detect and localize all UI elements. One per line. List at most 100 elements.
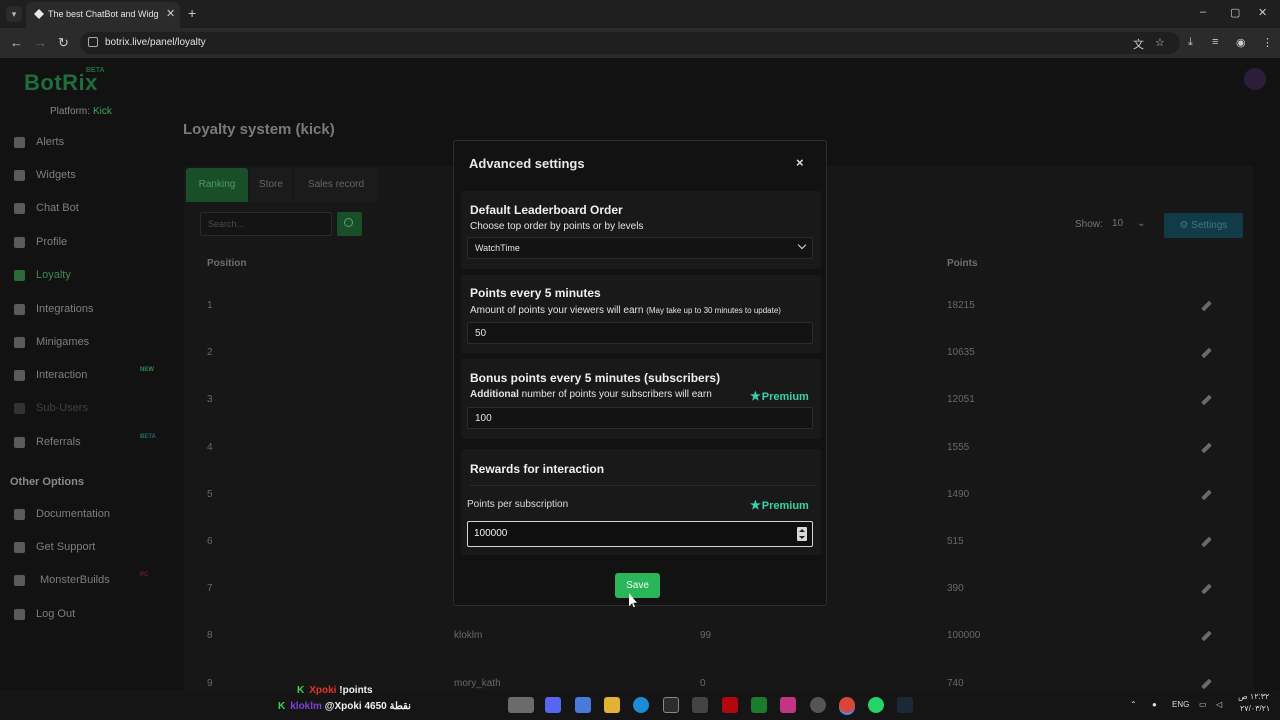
sidebar-item-loyalty[interactable]: Loyalty — [14, 267, 164, 287]
kick-icon: K — [297, 685, 305, 696]
trophy-icon — [14, 270, 25, 281]
sidebar-item-log-out[interactable]: Log Out — [14, 606, 164, 626]
sidebar-item-chatbot[interactable]: Chat Bot — [14, 200, 164, 220]
column-header-position: Position — [207, 258, 247, 269]
browser-tab[interactable]: The best ChatBot and Widgets ✕ — [26, 2, 180, 28]
chatbot-icon — [14, 203, 25, 214]
language-indicator[interactable]: ENG — [1172, 700, 1189, 709]
alert-icon — [14, 137, 25, 148]
show-select[interactable]: 10 ⌄ — [1104, 214, 1154, 236]
row-points: 390 — [947, 583, 964, 595]
microphone-icon[interactable]: ● — [1152, 700, 1157, 709]
edge-icon[interactable] — [633, 697, 649, 713]
settings-button[interactable]: ⚙ Settings — [1164, 213, 1243, 238]
discord-icon[interactable] — [545, 697, 561, 713]
settings-app-icon[interactable] — [810, 697, 826, 713]
profile-icon[interactable]: ◉ — [1236, 36, 1246, 49]
translate-icon[interactable]: 文 — [1133, 36, 1144, 52]
instagram-icon[interactable] — [780, 697, 796, 713]
users-icon — [14, 403, 25, 414]
referrals-icon — [14, 437, 25, 448]
site-info-icon[interactable] — [88, 37, 98, 47]
copilot-icon[interactable] — [575, 697, 591, 713]
chrome-icon[interactable] — [839, 697, 855, 713]
sidebar-item-referrals[interactable]: Referrals BETA — [14, 434, 164, 454]
premium-badge: ★Premium — [750, 498, 809, 512]
sidebar-item-interaction[interactable]: Interaction NEW — [14, 367, 164, 387]
row-points: 1555 — [947, 441, 970, 453]
row-points: 10635 — [947, 347, 975, 359]
sidebar-item-documentation[interactable]: Documentation — [14, 506, 164, 526]
points-per-subscription-input[interactable]: 100000 — [467, 521, 813, 547]
sidebar: BotRix BETA Platform: Kick Alerts Widgets… — [0, 58, 172, 690]
row-position: 8 — [207, 630, 213, 642]
sidebar-item-widgets[interactable]: Widgets — [14, 167, 164, 187]
address-bar[interactable]: botrix.live/panel/loyalty — [80, 32, 1180, 54]
new-tab-button[interactable]: + — [188, 5, 196, 21]
row-position: 5 — [207, 488, 213, 500]
tab-sales-record[interactable]: Sales record — [294, 168, 378, 202]
netflix-icon[interactable] — [722, 697, 738, 713]
tab-store[interactable]: Store — [250, 168, 292, 202]
store-icon[interactable] — [663, 697, 679, 713]
leaderboard-order-section: Default Leaderboard Order Choose top ord… — [461, 191, 821, 269]
tab-search-button[interactable]: ▾ — [6, 6, 22, 22]
back-icon[interactable]: ← — [10, 35, 23, 50]
search-button[interactable] — [337, 212, 362, 236]
sidebar-item-integrations[interactable]: Integrations — [14, 301, 164, 321]
number-spinner[interactable] — [797, 527, 807, 541]
taskview-icon[interactable] — [508, 697, 534, 713]
network-icon[interactable]: ▭ — [1199, 700, 1207, 709]
download-icon[interactable]: ⤓ — [1188, 36, 1193, 49]
row-points: 100000 — [947, 630, 981, 642]
close-window-button[interactable]: ✕ — [1258, 6, 1267, 19]
browser-toolbar: ← → ↻ botrix.live/panel/loyalty 文 ☆ ⤓ ≡ … — [0, 28, 1280, 58]
row-position: 2 — [207, 347, 213, 359]
logo-beta-badge: BETA — [86, 67, 105, 74]
clock-date[interactable]: ٢٧/٠٣/٢١ — [1240, 704, 1270, 713]
tab-close-button[interactable]: ✕ — [166, 7, 175, 20]
tray-chevron-icon[interactable]: ⌃ — [1130, 700, 1137, 709]
row-points: 515 — [947, 536, 964, 547]
bonus-input[interactable]: 100 — [467, 407, 813, 429]
modal-close-button[interactable]: × — [796, 155, 804, 170]
menu-icon[interactable]: ⋮ — [1262, 36, 1273, 49]
row-position: 9 — [207, 677, 213, 689]
media-icon[interactable]: ≡ — [1212, 36, 1218, 48]
site-favicon-icon — [34, 9, 44, 19]
whatsapp-icon[interactable] — [868, 697, 884, 713]
sidebar-item-monsterbuilds[interactable]: MonsterBuilds PC — [14, 572, 164, 592]
sidebar-item-alerts[interactable]: Alerts — [14, 134, 164, 154]
minimize-button[interactable]: – — [1200, 6, 1206, 18]
page-title: Loyalty system (kick) — [183, 121, 335, 138]
steam-icon[interactable] — [897, 697, 913, 713]
user-avatar[interactable] — [1244, 68, 1266, 90]
url-text: botrix.live/panel/loyalty — [105, 37, 206, 48]
volume-icon[interactable]: ◁ — [1216, 700, 1222, 709]
tab-ranking[interactable]: Ranking — [186, 168, 248, 202]
bookmark-star-icon[interactable]: ☆ — [1155, 36, 1165, 49]
clock-time[interactable]: ١٢:٣٢ ص — [1238, 692, 1269, 701]
sidebar-item-get-support[interactable]: Get Support — [14, 539, 164, 559]
save-button[interactable]: Save — [615, 573, 660, 598]
leaderboard-order-select[interactable]: WatchTime — [467, 237, 813, 259]
xbox-icon[interactable] — [751, 697, 767, 713]
gear-icon: ⚙ — [1179, 220, 1192, 231]
reload-icon[interactable]: ↻ — [58, 35, 69, 51]
sidebar-item-profile[interactable]: Profile — [14, 234, 164, 254]
row-username: mory_kath — [454, 677, 501, 689]
row-value: 0 — [700, 677, 706, 689]
search-input[interactable]: Search... — [200, 212, 332, 236]
rewards-heading: Rewards for interaction — [470, 462, 605, 476]
logout-icon — [14, 609, 25, 620]
unity-icon[interactable] — [692, 697, 708, 713]
bonus-description: Additional number of points your subscri… — [470, 389, 712, 400]
maximize-button[interactable]: ▢ — [1230, 6, 1240, 19]
file-explorer-icon[interactable] — [604, 697, 620, 713]
points-input[interactable]: 50 — [467, 322, 813, 344]
premium-badge: ★Premium — [750, 389, 809, 403]
sidebar-item-minigames[interactable]: Minigames — [14, 334, 164, 354]
sidebar-item-sub-users[interactable]: Sub-Users — [14, 400, 164, 420]
row-value: 99 — [700, 630, 712, 642]
forward-icon[interactable]: → — [34, 35, 47, 50]
